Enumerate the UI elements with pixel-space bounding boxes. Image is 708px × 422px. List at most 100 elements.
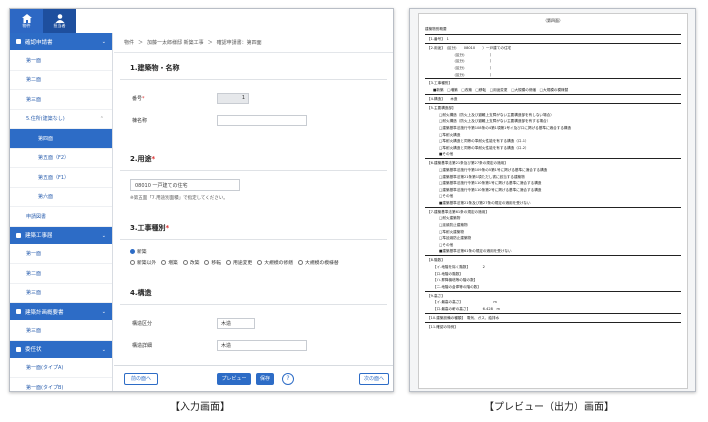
user-nav-label: 担当者 [53, 22, 66, 28]
sidebar-item-proxy-b[interactable]: 第一面(タイプB) [10, 378, 112, 391]
doc-line: ■新築 □増築 □改築 □移転 □用途変更 □大規模の修繕 □大規模の模様替 [433, 88, 569, 93]
sidebar-item-page3[interactable]: 第三面 [10, 90, 112, 110]
section-structure: 4.構造 構造区分 木造 構造詳細 木造 [114, 278, 393, 353]
input-screen-panel: 物件 担当者 確認申請書 ⌄ 第一面 第二面 第三面 5.住所(建築なし) ⌃ … [9, 8, 394, 392]
chevron-down-icon: ⌄ [101, 309, 106, 315]
radio-label: 新築以外 [137, 261, 157, 266]
radio-label: 移転 [211, 261, 222, 266]
doc-line: 【ニ.地階の倉庫等の階の数】 [433, 284, 481, 289]
doc-line: □建築基準法施行令第110条第2号に掲げる基準に適合する構造 [439, 187, 542, 192]
radio-relocation[interactable]: 移転 [204, 259, 221, 266]
doc-line: 【1.番号】 1 [425, 34, 681, 43]
prev-page-button[interactable]: 前の面へ [124, 372, 158, 385]
radio-dot [130, 249, 135, 254]
doc-line: □準延焼防止建築物 [439, 236, 472, 241]
radio-dot [226, 260, 232, 265]
number-input[interactable]: 1 [217, 92, 249, 104]
sidebar-section-plan-summary[interactable]: 建築計画概要書 ⌄ [10, 303, 112, 321]
doc-line: □その他 [439, 194, 454, 199]
usage-note: ※第五面「7.用途別面積」で指定してください。 [130, 196, 228, 201]
radio-extension[interactable]: 増築 [161, 259, 178, 266]
radio-new[interactable]: 新築 [130, 248, 147, 255]
document-icon [16, 346, 21, 352]
breadcrumb-item[interactable]: 加藤一太郎様邸 新築工事 [147, 39, 204, 46]
sidebar-item-page1[interactable]: 第一面 [10, 51, 112, 71]
user-nav-button[interactable]: 担当者 [43, 9, 76, 33]
top-nav: 物件 担当者 [10, 9, 76, 33]
preview-button[interactable]: プレビュー [217, 372, 251, 385]
doc-header: 建築物別概要 [425, 27, 447, 31]
section-title: 1.建築物・名称 [120, 53, 387, 80]
home-nav-button[interactable]: 物件 [10, 9, 43, 33]
sidebar-item-proxy-a[interactable]: 第一面(タイプA) [10, 359, 112, 378]
sidebar-section-label: 確認申請書 [25, 39, 53, 46]
sidebar-item-c3[interactable]: 第三面 [10, 284, 112, 303]
radio-row-others: 新築以外 増築 改築 移転 用途変更 大規模の修繕 大規模の模様替 [130, 259, 393, 266]
radio-dot [130, 260, 135, 265]
radio-row-primary: 新築 [130, 248, 393, 255]
field-label: 構造詳細 [132, 342, 153, 349]
breadcrumb-item[interactable]: 物件 [124, 39, 134, 46]
chevron-down-icon: ⌄ [101, 232, 106, 239]
radio-label: 増築 [168, 261, 178, 266]
doc-line: (区分) ） [433, 72, 494, 77]
sidebar-section-label: 建築工事届 [25, 233, 53, 239]
usage-select[interactable]: 08010 一戸建ての住宅 [130, 179, 240, 191]
required-mark: * [142, 95, 145, 102]
sidebar-section-proxy[interactable]: 委任状 ⌄ [10, 340, 112, 359]
field-label: 番号* [132, 95, 217, 102]
sidebar-item-page2[interactable]: 第二面 [10, 71, 112, 90]
doc-line: 【10.建築設備の種類】 電気、ガス、給排水 [425, 312, 681, 322]
document-icon [16, 39, 21, 44]
section-building-name: 1.建築物・名称 番号* 1 棟名称 [114, 53, 393, 128]
doc-line: 【8.階数】 [425, 255, 681, 264]
help-icon[interactable]: ? [282, 372, 294, 385]
doc-line: □その他 [439, 242, 454, 247]
doc-line: □耐火建築物 [439, 216, 461, 221]
doc-line: 【11.確認の特例】 [425, 321, 681, 331]
sidebar-item-page4[interactable]: 第四面 [10, 129, 112, 149]
doc-line: □建築基準法施行令第108条の4第1項第1号イ及びロに掲げる基準に適合する構造 [439, 125, 572, 130]
sidebar-item-c1[interactable]: 第一面 [10, 245, 112, 264]
field-number: 番号* 1 [114, 90, 393, 106]
section-work-type: 3.工事種別* 新築 新築以外 増築 改築 移転 用途変更 大規模の修繕 大規模… [114, 213, 393, 266]
doc-line: □耐火構造（防火上及び避難上支障がない主要構造部を有しない場合） [439, 112, 554, 117]
sidebar-item-page6[interactable]: 第六面 [10, 188, 112, 207]
section-title: 2.用途* [120, 144, 387, 171]
save-button[interactable]: 保存 [256, 372, 274, 385]
sidebar-item-documents[interactable]: 申請図書 [10, 207, 112, 227]
sidebar-item-page5-f1[interactable]: 第五面（F1） [10, 168, 112, 188]
radio-label: 新築 [137, 250, 147, 255]
doc-line: (区分) ） [433, 65, 494, 70]
structure-type-select[interactable]: 木造 [217, 317, 255, 329]
sidebar-section-construction[interactable]: 建築工事届 ⌄ [10, 226, 112, 245]
document-icon [16, 232, 21, 238]
sidebar-section-label: 委任状 [25, 347, 42, 353]
radio-major-remodel[interactable]: 大規模の模様替 [298, 259, 339, 266]
doc-line: 【ハ.昇降機塔等の階の数】 [433, 278, 478, 283]
doc-line: ■建築基準法第21条及び第27条の規定の適用を受けない [439, 200, 531, 205]
sidebar-item-p3[interactable]: 第三面 [10, 321, 112, 341]
chevron-down-icon: ⌄ [101, 39, 106, 45]
doc-line: 【6.建築基準法第21条及び第27条の規定の適用】 [425, 158, 681, 167]
doc-line: 【ロ.地階の階数】 [433, 271, 463, 276]
radio-other-than-new[interactable]: 新築以外 [130, 259, 156, 266]
sidebar-section-application[interactable]: 確認申請書 ⌄ [10, 33, 112, 51]
radio-label: 用途変更 [233, 261, 253, 266]
radio-rebuild[interactable]: 改築 [182, 259, 199, 266]
main-content: 物件 ＞ 加藤一太郎様邸 新築工事 ＞ 確認申請書：第四面 1.建築物・名称 番… [114, 33, 393, 391]
structure-detail-input[interactable]: 木造 [217, 339, 307, 351]
next-page-button[interactable]: 次の面へ [359, 372, 389, 385]
doc-line: 【イ.地階を除く階数】 2 [433, 265, 485, 270]
radio-major-repair[interactable]: 大規模の修繕 [257, 259, 293, 266]
sidebar-group-item[interactable]: 5.住所(建築なし) ⌃ [10, 110, 112, 129]
doc-title: （第四面） [543, 18, 563, 23]
radio-change-use[interactable]: 用途変更 [226, 259, 252, 266]
sidebar-item-page5-f2[interactable]: 第五面（F2） [10, 149, 112, 168]
sidebar-item-c2[interactable]: 第二面 [10, 264, 112, 284]
building-name-input[interactable] [217, 114, 307, 126]
radio-label: 大規模の模様替 [305, 261, 339, 266]
radio-dot [257, 260, 263, 265]
preview-screen-panel: （第四面） 建築物別概要 【1.番号】 1 【2.用途】 (区分) 08010 … [409, 8, 696, 392]
required-mark: * [165, 224, 170, 232]
